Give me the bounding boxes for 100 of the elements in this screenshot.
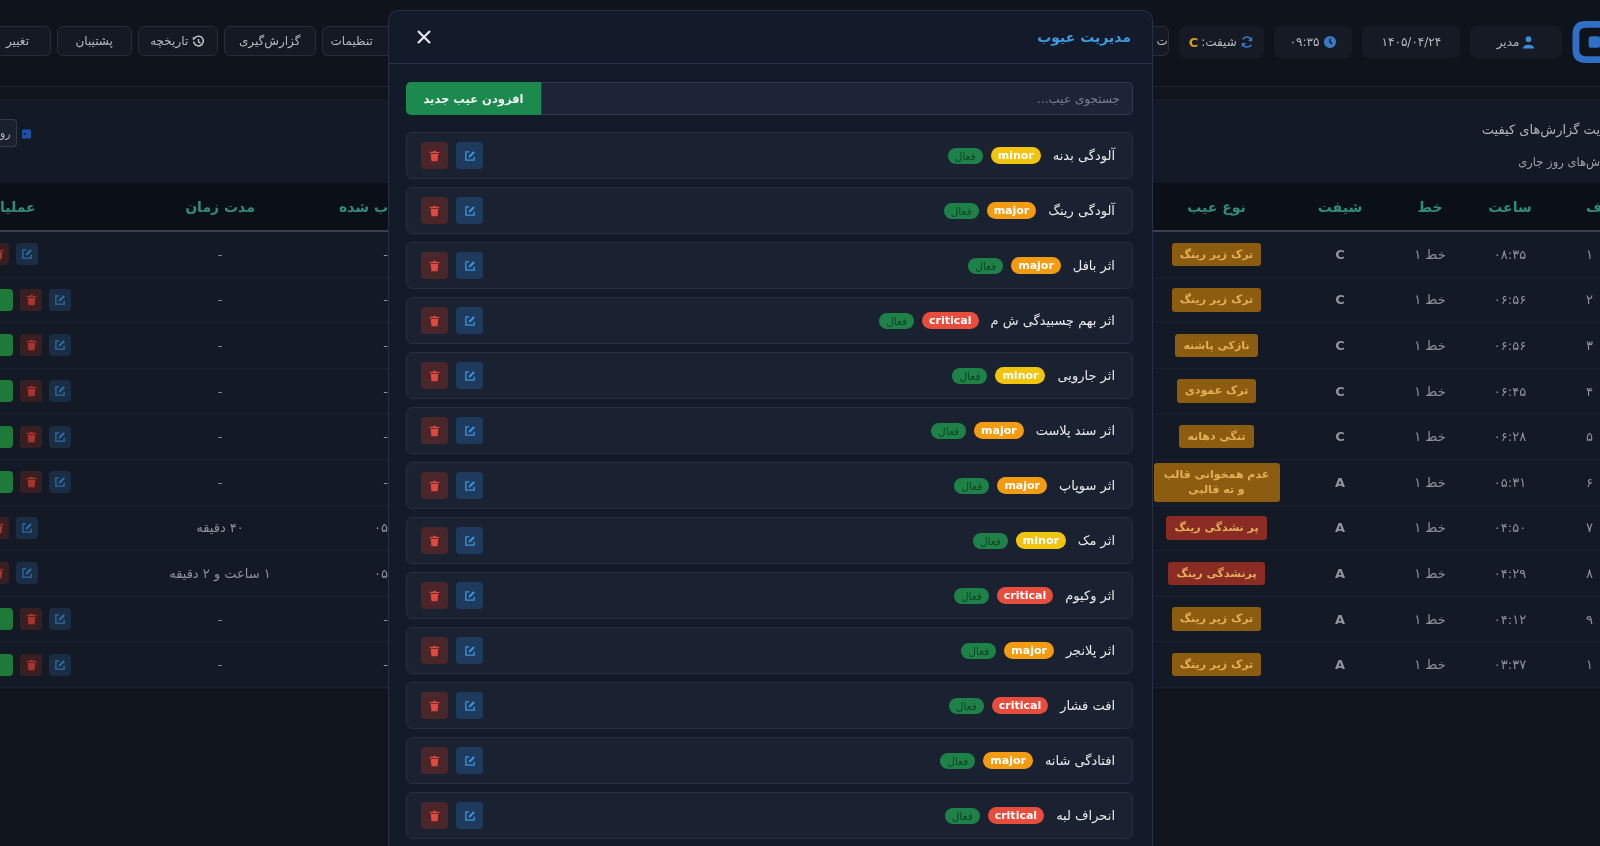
edit-button[interactable]: [16, 243, 38, 266]
delete-button[interactable]: [421, 417, 448, 444]
edit-button[interactable]: [456, 747, 483, 774]
trash-icon: [429, 424, 440, 437]
delete-button[interactable]: [20, 288, 42, 311]
edit-button[interactable]: [49, 608, 71, 631]
delete-button[interactable]: [421, 197, 448, 224]
delete-button[interactable]: [421, 802, 448, 829]
edit-button[interactable]: [456, 637, 483, 664]
edit-button[interactable]: [49, 334, 71, 357]
defect-tag: ترک زیر رینگ: [1171, 242, 1262, 266]
edit-button[interactable]: [456, 692, 483, 719]
edit-button[interactable]: [456, 252, 483, 279]
edit-button[interactable]: [16, 562, 38, 585]
table-cell: -: [217, 429, 223, 445]
close-button[interactable]: [415, 28, 433, 46]
table-cell: ۹: [1586, 611, 1593, 627]
trash-icon: [429, 369, 440, 382]
delete-button[interactable]: [421, 527, 448, 554]
severity-badge: minor: [995, 367, 1046, 384]
edit-icon: [463, 479, 476, 492]
table-cell: ۰۵:۳۱: [1493, 474, 1527, 490]
edit-button[interactable]: [456, 142, 483, 169]
defect-tag: ترک عمودی: [1176, 379, 1257, 403]
delete-button[interactable]: [20, 471, 42, 494]
edit-button[interactable]: [456, 802, 483, 829]
edit-button[interactable]: [456, 197, 483, 224]
table-cell: C: [1335, 246, 1345, 262]
status-badge: فعال: [944, 807, 980, 824]
table-cell: ۰۸:۳۵: [1493, 246, 1527, 262]
edit-button[interactable]: [456, 582, 483, 609]
delete-button[interactable]: [421, 692, 448, 719]
edit-button[interactable]: [456, 527, 483, 554]
column-header: خط: [1417, 198, 1443, 215]
defect-tag: ترک زیر رینگ: [1171, 652, 1262, 677]
edit-button[interactable]: [49, 288, 71, 311]
delete-button[interactable]: [20, 608, 42, 631]
table-cell: ۰۶:۵۶: [1493, 338, 1527, 353]
trash-icon: [25, 658, 37, 671]
delete-button[interactable]: [421, 252, 448, 279]
status-badge: فعال: [972, 532, 1008, 549]
edit-button[interactable]: [49, 471, 71, 494]
edit-button[interactable]: [456, 417, 483, 444]
delete-button[interactable]: [20, 653, 42, 676]
edit-icon: [463, 369, 476, 382]
edit-icon: [54, 430, 66, 443]
delete-button[interactable]: [20, 334, 42, 357]
edit-icon: [463, 259, 476, 272]
table-cell: -: [383, 657, 388, 673]
delete-button[interactable]: [421, 142, 448, 169]
toolbar-button[interactable]: تغییر: [0, 26, 51, 56]
toolbar-button[interactable]: ت: [1153, 26, 1169, 56]
table-cell: ۰۵: [374, 565, 388, 581]
edit-icon: [54, 658, 66, 671]
edit-button[interactable]: [49, 653, 71, 676]
delete-button[interactable]: [421, 582, 448, 609]
delete-button[interactable]: [20, 380, 42, 403]
table-cell: ۰۴:۲۹: [1493, 565, 1527, 581]
defect-tag: پرنشدگی رینگ: [1168, 561, 1265, 586]
defect-tag: ترک زیر رینگ: [1171, 288, 1262, 312]
clock-icon: [1322, 35, 1337, 49]
time-text: ۰۹:۳۵: [1289, 35, 1320, 49]
trash-icon: [25, 385, 37, 398]
table-cell: -: [383, 292, 388, 308]
search-field[interactable]: جستجوی عیب...: [541, 82, 1133, 115]
severity-badge: major: [974, 422, 1024, 439]
edit-button[interactable]: [49, 425, 71, 448]
defect-name: اثر وکیوم: [1065, 588, 1115, 603]
filter-button[interactable]: رو: [0, 119, 17, 147]
trash-icon: [25, 339, 37, 352]
delete-button[interactable]: [421, 472, 448, 499]
edit-button[interactable]: [456, 472, 483, 499]
edit-button[interactable]: [49, 380, 71, 403]
delete-button[interactable]: [421, 637, 448, 664]
delete-button[interactable]: [421, 307, 448, 334]
column-header: شیفت: [1317, 198, 1363, 215]
table-cell: خط ۱: [1414, 474, 1446, 490]
table-cell: خط ۱: [1414, 611, 1446, 627]
table-cell: C: [1335, 383, 1345, 399]
status-badge: فعال: [948, 697, 984, 714]
delete-button[interactable]: [20, 425, 42, 448]
severity-badge: major: [997, 477, 1048, 494]
edit-button[interactable]: [456, 362, 483, 389]
edit-icon: [463, 149, 476, 162]
user-name: مدیر: [1496, 35, 1520, 49]
edit-icon: [21, 521, 33, 534]
edit-icon: [54, 613, 66, 626]
status-badge: فعال: [952, 367, 988, 384]
delete-button[interactable]: [421, 362, 448, 389]
toolbar-button[interactable]: پشتیبان: [56, 26, 132, 56]
toolbar-button[interactable]: تاریخچه: [137, 26, 218, 56]
edit-button[interactable]: [456, 307, 483, 334]
table-cell: -: [217, 383, 223, 399]
edit-button[interactable]: [16, 516, 38, 539]
edit-icon: [54, 339, 66, 352]
add-defect-button[interactable]: افزودن عیب جدید: [406, 82, 541, 115]
delete-button[interactable]: [421, 747, 448, 774]
toolbar-button[interactable]: گزارش‌گیری: [223, 26, 316, 56]
table-cell: ۰۴:۵۰: [1493, 520, 1527, 536]
toolbar-button[interactable]: تنظیمات: [321, 26, 388, 56]
